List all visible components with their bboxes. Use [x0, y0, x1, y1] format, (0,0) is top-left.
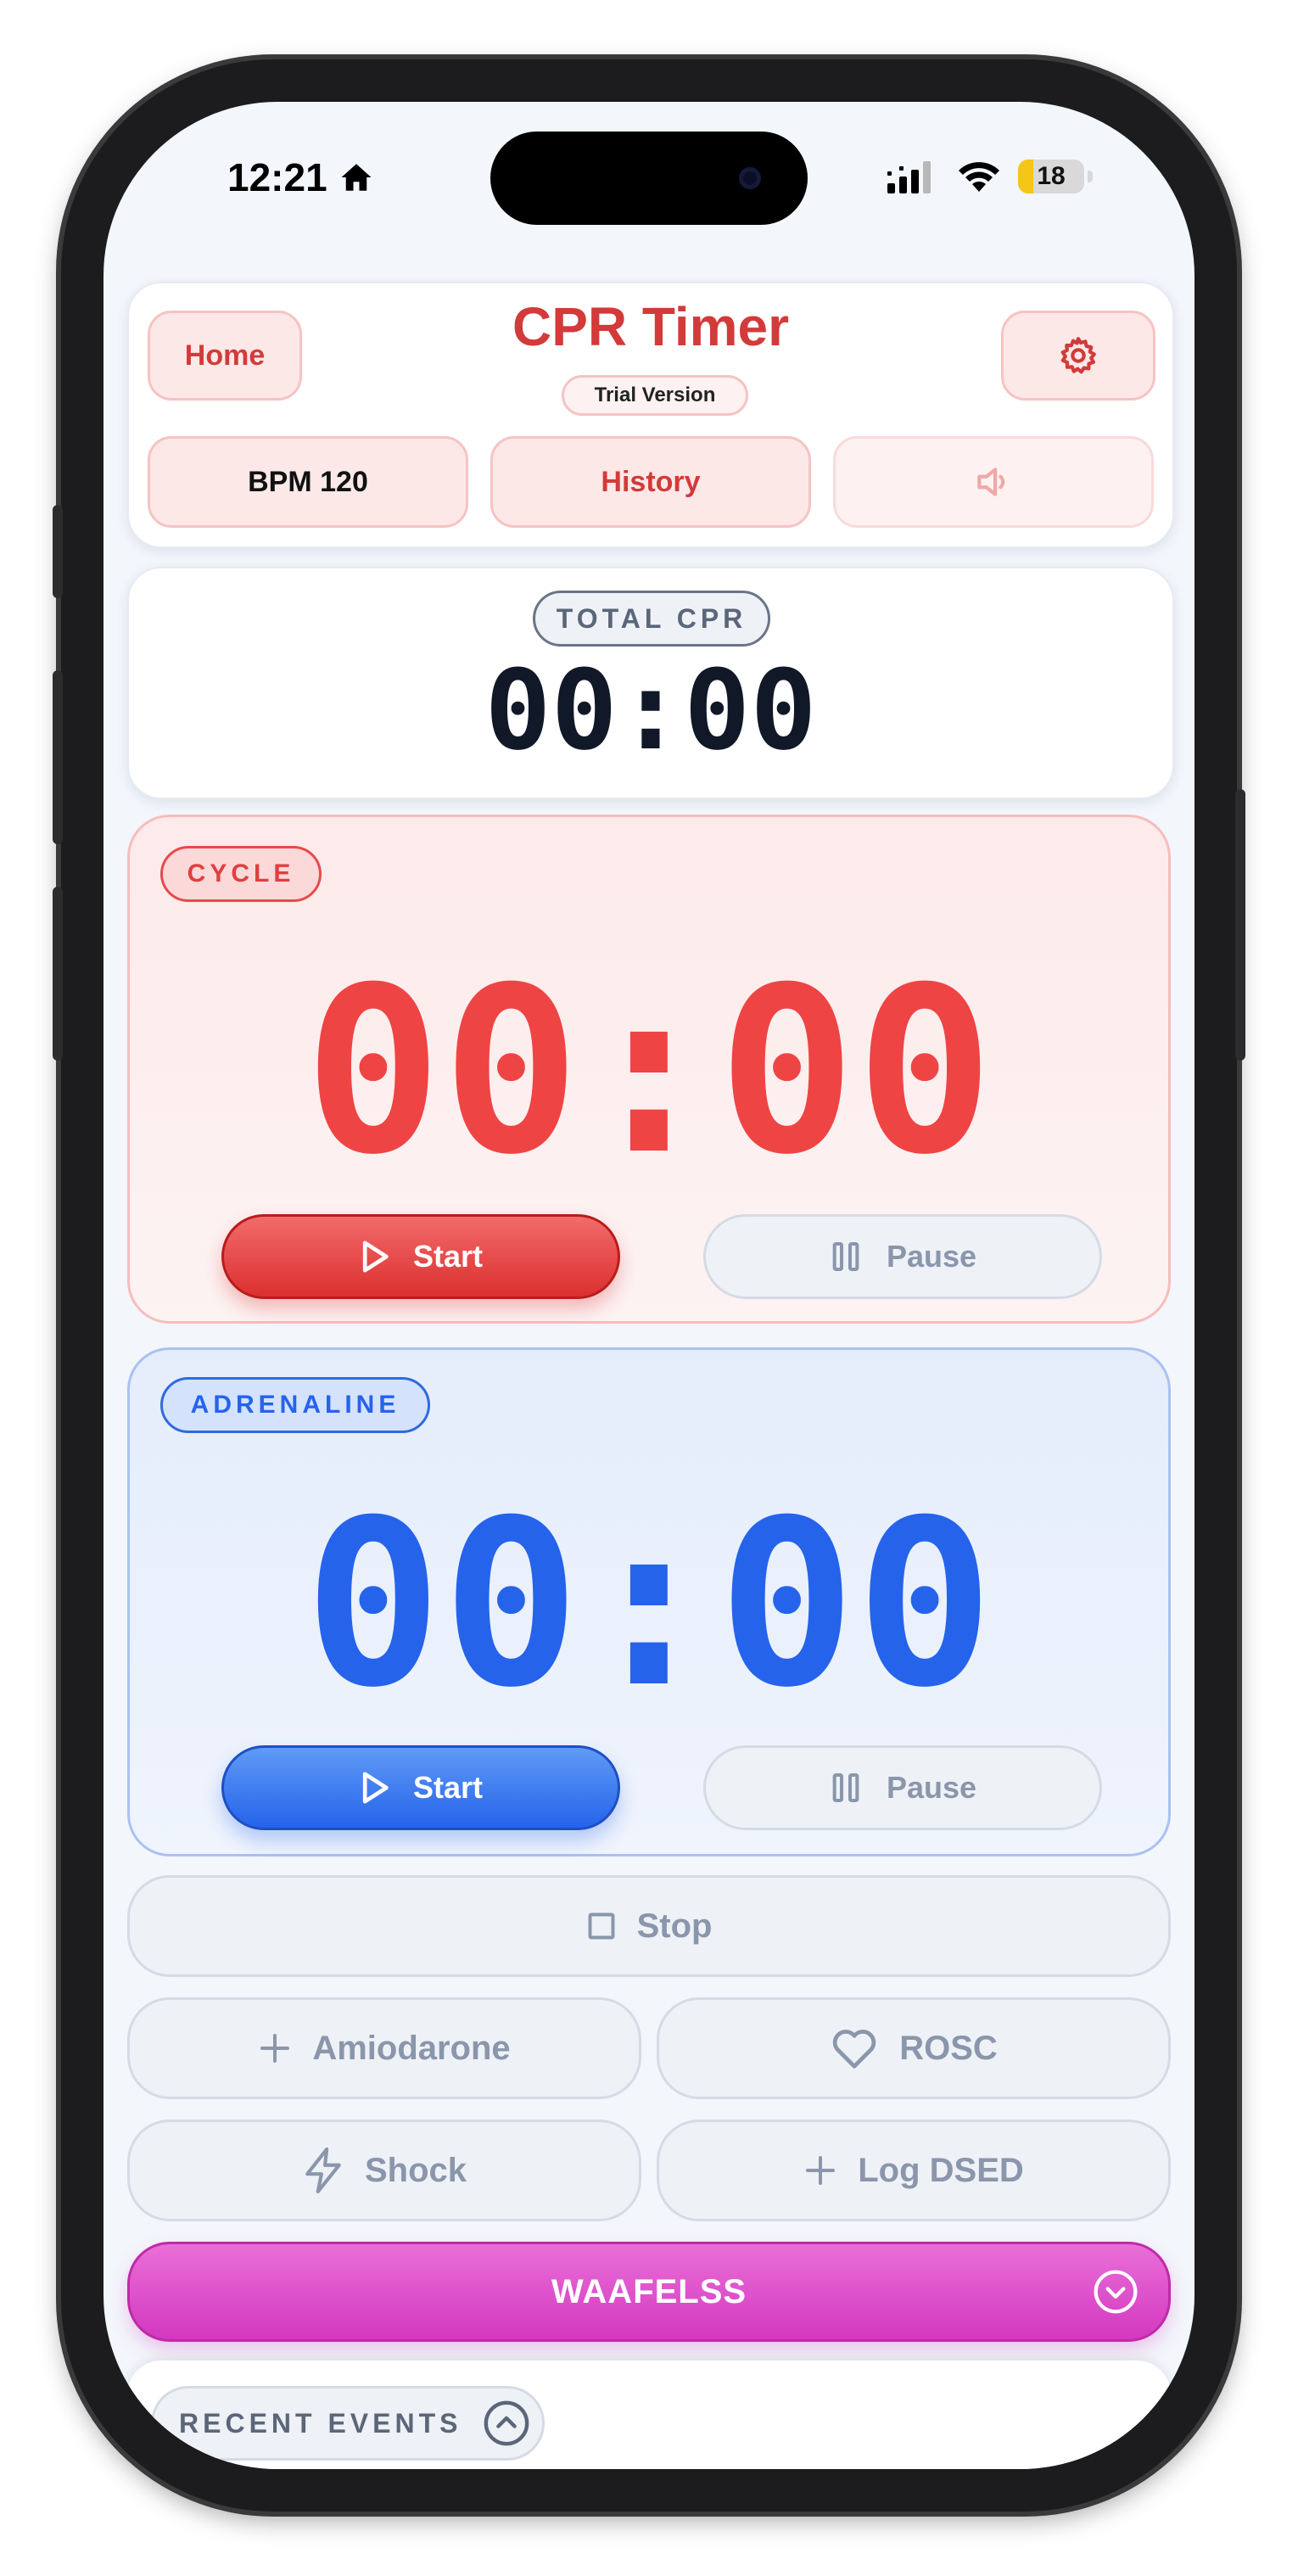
- recent-events-card: RECENT EVENTS: [127, 2360, 1171, 2469]
- adrenaline-time: 00:00: [304, 1470, 994, 1738]
- volume-up-button: [53, 670, 63, 844]
- power-button: [1235, 789, 1245, 1061]
- chevron-down-icon[interactable]: [1092, 2268, 1139, 2316]
- adrenaline-pause-label: Pause: [886, 1770, 977, 1805]
- shock-label: Shock: [364, 2151, 467, 2189]
- adrenaline-label: ADRENALINE: [160, 1377, 430, 1433]
- plus-icon: [260, 2034, 290, 2063]
- speaker-icon: [977, 468, 1005, 496]
- waafelss-label: WAAFELSS: [551, 2272, 747, 2310]
- adrenaline-card: ADRENALINE 00:00 Start Pause: [127, 1347, 1171, 1856]
- action-button: [53, 505, 63, 598]
- waafelss-button[interactable]: WAAFELSS: [127, 2242, 1171, 2342]
- cycle-time: 00:00: [304, 938, 994, 1205]
- dynamic-island: [490, 132, 808, 225]
- adrenaline-start-label: Start: [412, 1770, 484, 1805]
- log-dsed-button[interactable]: Log DSED: [657, 2120, 1171, 2221]
- wifi-icon: [959, 162, 999, 192]
- lightning-icon: [305, 2147, 341, 2194]
- status-time-text: 12:21: [227, 155, 327, 199]
- recent-events-toggle[interactable]: RECENT EVENTS: [151, 2386, 545, 2461]
- cycle-pause-button[interactable]: Pause: [703, 1214, 1102, 1299]
- adrenaline-start-button[interactable]: Start: [221, 1745, 620, 1830]
- chevron-up-icon: [484, 2400, 529, 2446]
- amiodarone-label: Amiodarone: [312, 2029, 511, 2067]
- history-button-label: History: [601, 465, 701, 498]
- play-icon: [362, 1240, 389, 1273]
- bpm-button[interactable]: BPM 120: [148, 436, 468, 528]
- trial-version-badge: Trial Version: [562, 375, 748, 416]
- stop-icon: [588, 1912, 615, 1940]
- header-card: Home CPR Timer Trial Version BPM 120 His…: [127, 282, 1174, 548]
- total-cpr-label: TOTAL CPR: [533, 591, 770, 647]
- shock-button[interactable]: Shock: [127, 2120, 641, 2221]
- rosc-label: ROSC: [899, 2029, 998, 2067]
- history-button[interactable]: History: [490, 436, 811, 528]
- amiodarone-button[interactable]: Amiodarone: [127, 1997, 641, 2099]
- play-icon: [362, 1772, 389, 1804]
- status-icons: 18: [887, 160, 1093, 193]
- rosc-button[interactable]: ROSC: [657, 1997, 1171, 2099]
- recent-events-label: RECENT EVENTS: [179, 2407, 462, 2439]
- status-time: 12:21: [227, 154, 375, 200]
- pause-icon: [832, 1242, 859, 1271]
- app-screen: 12:21 18 Home CPR Timer Trial Version BP…: [104, 102, 1194, 2469]
- stop-button[interactable]: Stop: [127, 1875, 1171, 1977]
- cycle-card: CYCLE 00:00 Start Pause: [127, 815, 1171, 1324]
- gear-icon: [1060, 337, 1096, 374]
- battery-level: 18: [1037, 162, 1066, 190]
- home-icon: [341, 164, 372, 191]
- stop-label: Stop: [636, 1907, 713, 1945]
- total-cpr-time: 00:00: [484, 646, 817, 775]
- cycle-start-button[interactable]: Start: [221, 1214, 620, 1299]
- pause-icon: [832, 1773, 859, 1802]
- plus-icon: [806, 2156, 836, 2185]
- cycle-pause-label: Pause: [886, 1239, 977, 1274]
- cycle-label: CYCLE: [160, 846, 322, 902]
- battery-icon: 18: [1018, 160, 1084, 193]
- heart-icon: [833, 2030, 876, 2069]
- cycle-start-label: Start: [412, 1239, 484, 1274]
- cellular-signal-icon: [887, 161, 931, 193]
- adrenaline-pause-button[interactable]: Pause: [703, 1745, 1102, 1830]
- volume-down-button: [53, 887, 63, 1061]
- total-cpr-card: TOTAL CPR 00:00: [127, 567, 1174, 799]
- sound-button[interactable]: [833, 436, 1154, 528]
- log-dsed-label: Log DSED: [858, 2151, 1024, 2189]
- settings-button[interactable]: [1001, 311, 1155, 400]
- bpm-button-label: BPM 120: [248, 465, 368, 498]
